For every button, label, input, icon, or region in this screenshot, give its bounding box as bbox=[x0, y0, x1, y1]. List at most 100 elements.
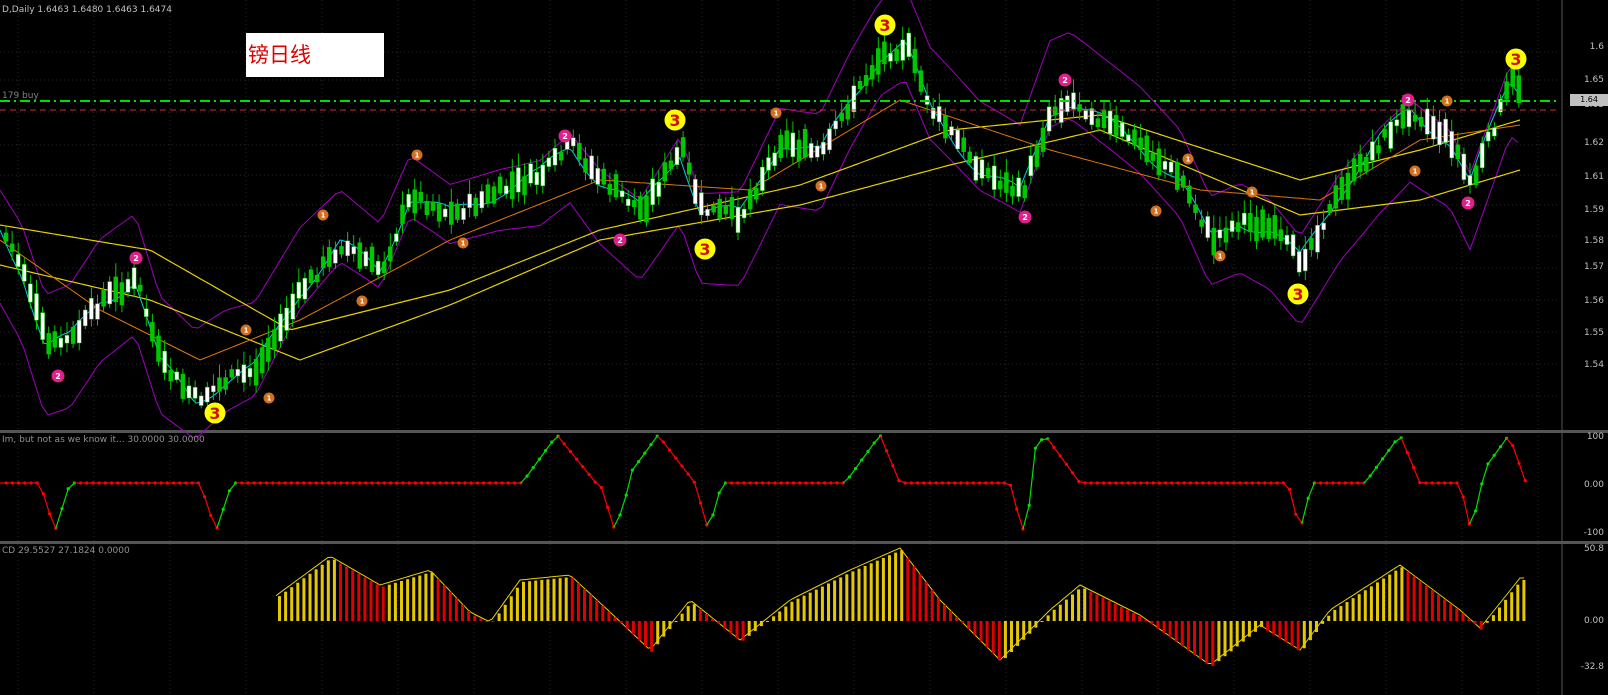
candle-body bbox=[1461, 153, 1467, 180]
macd-bar bbox=[839, 577, 843, 621]
signal-marker-1: 1 bbox=[1441, 95, 1453, 107]
signal-marker-2-text: 2 bbox=[1405, 96, 1411, 105]
candle-body bbox=[668, 160, 674, 170]
signal-marker-1: 1 bbox=[1182, 153, 1194, 165]
signal-marker-1: 1 bbox=[263, 392, 275, 404]
candle-body bbox=[1254, 216, 1259, 242]
macd-bar bbox=[668, 621, 672, 629]
macd-bar bbox=[1406, 571, 1410, 621]
candle-body bbox=[1321, 222, 1326, 230]
candle-body bbox=[15, 254, 21, 267]
candle-body bbox=[497, 176, 503, 194]
macd-bar bbox=[583, 589, 586, 621]
candle-body bbox=[162, 350, 167, 373]
macd-bar bbox=[522, 581, 525, 621]
signal-marker-1: 1 bbox=[457, 237, 469, 249]
macd-bar bbox=[1193, 621, 1196, 655]
candle-body bbox=[1406, 109, 1412, 128]
signal-marker-2-text: 2 bbox=[617, 236, 623, 245]
candle-body bbox=[741, 208, 747, 219]
candle-body bbox=[937, 106, 942, 123]
macd-bar bbox=[833, 580, 837, 621]
macd-bar bbox=[528, 581, 532, 621]
candle-body bbox=[833, 120, 838, 130]
macd-bar bbox=[491, 621, 495, 622]
macd-bar bbox=[1437, 594, 1440, 621]
signal-marker-1: 1 bbox=[1409, 165, 1421, 177]
macd-bar bbox=[454, 598, 458, 621]
macd-bar bbox=[1156, 621, 1160, 629]
candle-body bbox=[339, 246, 344, 255]
macd-bar bbox=[302, 578, 306, 621]
candle-body bbox=[857, 80, 863, 89]
candle-body bbox=[1113, 115, 1119, 137]
candle-body bbox=[363, 251, 369, 267]
panel-separator bbox=[0, 430, 1608, 433]
candle-body bbox=[1339, 176, 1345, 200]
candle-body bbox=[107, 281, 112, 305]
chart-terminal[interactable]: 3 3 3 3 3 3 2 2 2 2 2 2 2 2 1 1 1 1 1 1 1 1 1 1 1 1 1 1 bbox=[0, 0, 1608, 695]
candle-body bbox=[796, 139, 802, 162]
macd-bar bbox=[375, 584, 379, 621]
candle-body bbox=[9, 243, 15, 252]
macd-bar bbox=[692, 604, 696, 621]
macd-bar bbox=[674, 621, 678, 622]
candle-body bbox=[619, 190, 625, 198]
candle-body bbox=[1199, 219, 1204, 227]
macd-bar bbox=[827, 583, 830, 621]
candle-body bbox=[394, 233, 399, 242]
candle-body bbox=[83, 309, 88, 327]
candle-body bbox=[772, 152, 777, 166]
macd-bar bbox=[772, 616, 776, 621]
macd-bar bbox=[485, 621, 489, 622]
candle-body bbox=[137, 284, 143, 292]
macd-bar bbox=[1107, 600, 1111, 621]
candle-body bbox=[595, 168, 600, 185]
candle-body bbox=[156, 335, 161, 362]
candle-body bbox=[1425, 108, 1430, 135]
macd-bar bbox=[631, 621, 635, 635]
candle-body bbox=[1022, 185, 1027, 199]
macd-bar bbox=[357, 573, 361, 621]
macd-bar bbox=[290, 587, 294, 621]
macd-bar bbox=[1028, 621, 1032, 634]
macd-bar bbox=[540, 579, 544, 621]
candle-body bbox=[1040, 127, 1046, 152]
candle-body bbox=[918, 70, 924, 92]
candle-body bbox=[967, 151, 973, 163]
candle-body bbox=[58, 337, 64, 348]
candle-body bbox=[479, 191, 485, 209]
candle-body bbox=[1437, 121, 1442, 146]
macd-bar bbox=[345, 566, 349, 621]
macd-bar bbox=[1327, 615, 1331, 621]
macd-bar bbox=[570, 577, 574, 621]
candle-body bbox=[1193, 204, 1198, 213]
candle-body bbox=[869, 65, 875, 80]
signal-marker-1-text: 1 bbox=[1186, 156, 1191, 164]
price-axis-tick: 1.59 bbox=[1583, 205, 1604, 215]
candle-body bbox=[357, 242, 363, 269]
candle-body bbox=[290, 293, 295, 320]
candle-body bbox=[1010, 185, 1015, 197]
macd-bar bbox=[1382, 578, 1386, 621]
candle-body bbox=[467, 193, 472, 208]
macd-bar bbox=[467, 610, 471, 621]
macd-bar bbox=[711, 618, 715, 621]
signal-marker-3: 3 bbox=[694, 238, 716, 260]
candle-body bbox=[583, 158, 588, 173]
macd-bar bbox=[1296, 621, 1300, 650]
macd-bar bbox=[1077, 589, 1081, 621]
candle-body bbox=[510, 171, 515, 200]
signal-marker-1-text: 1 bbox=[360, 298, 365, 306]
candle-body bbox=[388, 246, 393, 262]
candle-body bbox=[406, 194, 411, 208]
candle-body bbox=[638, 196, 643, 220]
macd-bar bbox=[1040, 621, 1044, 622]
signal-marker-2: 2 bbox=[51, 369, 65, 383]
candle-body bbox=[150, 322, 155, 342]
macd-bar bbox=[412, 577, 416, 621]
macd-bar bbox=[503, 604, 507, 621]
candle-body bbox=[1034, 145, 1040, 167]
macd-bar bbox=[1357, 594, 1361, 621]
signal-marker-2-text: 2 bbox=[1062, 76, 1068, 85]
